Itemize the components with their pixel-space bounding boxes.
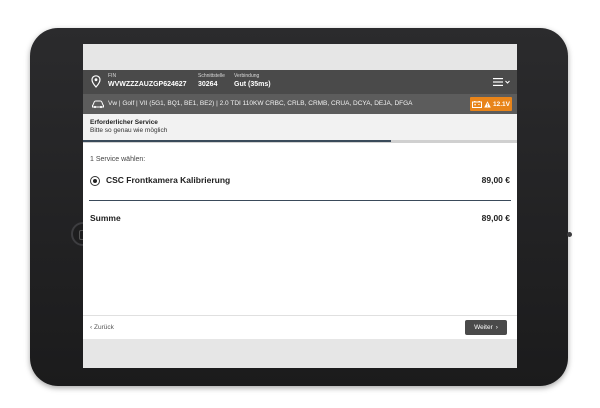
- car-icon: [92, 100, 104, 109]
- service-radio-button[interactable]: [90, 176, 100, 186]
- app-screen: FIN WVWZZZAUZGP624627 Schnittstelle 3026…: [83, 44, 517, 368]
- summary-divider: [89, 200, 511, 201]
- service-header-subtitle: Bitte so genau wie möglich: [90, 127, 168, 134]
- service-header-title: Erforderlicher Service: [90, 119, 158, 126]
- fin-field: FIN WVWZZZAUZGP624627: [108, 73, 187, 90]
- screen-bottom-area: [83, 339, 517, 368]
- service-price: 89,00 €: [481, 175, 510, 185]
- service-selection-panel: 1 Service wählen: CSC Frontkamera Kalibr…: [83, 143, 517, 315]
- connection-label: Verbindung: [234, 73, 260, 79]
- camera-dot: [567, 232, 572, 237]
- service-header: Erforderlicher Service Bitte so genau wi…: [83, 114, 517, 140]
- sum-value: 89,00 €: [481, 213, 510, 223]
- menu-icon[interactable]: [493, 77, 511, 87]
- choose-service-label: 1 Service wählen:: [90, 156, 146, 163]
- next-label: Weiter: [474, 324, 493, 331]
- connection-value: Gut (35ms): [234, 81, 271, 88]
- chevron-left-icon: ‹: [90, 324, 93, 331]
- back-label: Zurück: [93, 324, 114, 331]
- vehicle-description: Vw | Golf | VII (5G1, BQ1, BE1, BE2) | 2…: [108, 100, 413, 107]
- battery-voltage: 12.1V: [493, 100, 510, 108]
- battery-status-badge[interactable]: 12.1V: [470, 97, 512, 111]
- service-name: CSC Frontkamera Kalibrierung: [106, 175, 231, 185]
- back-button[interactable]: ‹ Zurück: [90, 324, 114, 331]
- battery-icon: [472, 100, 482, 108]
- vehicle-info-bar: FIN WVWZZZAUZGP624627 Schnittstelle 3026…: [83, 70, 517, 94]
- chevron-right-icon: ›: [495, 324, 498, 331]
- warning-icon: [484, 100, 491, 107]
- sum-label: Summe: [90, 213, 121, 223]
- progress-bar-fill: [83, 140, 392, 142]
- location-pin-icon: [91, 75, 101, 88]
- interface-value: 30264: [198, 81, 218, 88]
- next-button[interactable]: Weiter ›: [465, 320, 507, 335]
- connection-field: Verbindung Gut (35ms): [234, 73, 271, 90]
- interface-field: Schnittstelle 30264: [198, 73, 225, 90]
- interface-label: Schnittstelle: [198, 73, 225, 79]
- footer-nav: ‹ Zurück Weiter ›: [83, 315, 517, 339]
- vehicle-description-bar: Vw | Golf | VII (5G1, BQ1, BE1, BE2) | 2…: [83, 94, 517, 114]
- fin-value: WVWZZZAUZGP624627: [108, 81, 187, 88]
- fin-label: FIN: [108, 73, 117, 79]
